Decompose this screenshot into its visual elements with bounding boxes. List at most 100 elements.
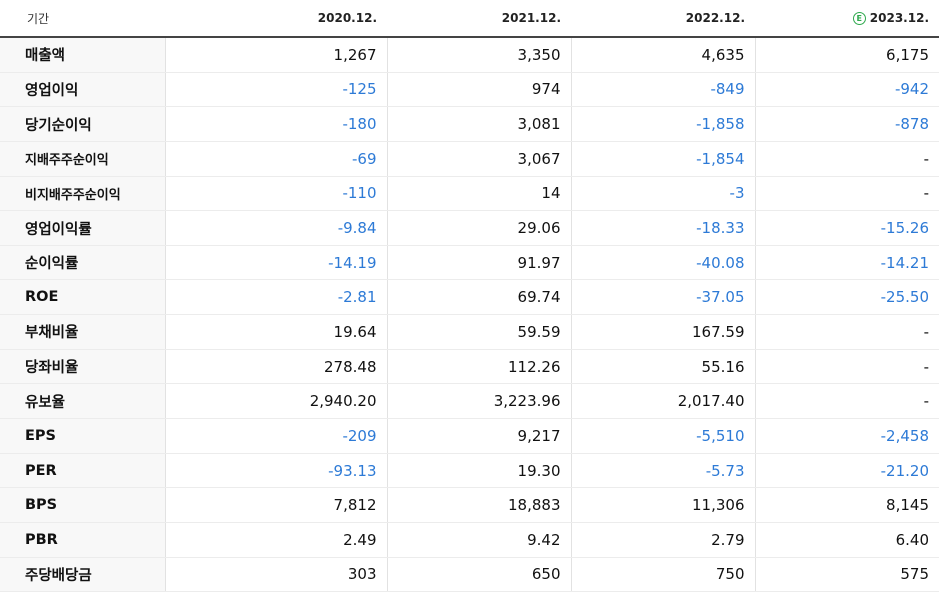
table-cell: -14.19 [164,245,387,281]
table-cell: -21.20 [754,453,939,489]
period-header-label: 기간 [0,0,165,38]
table-cell: -93.13 [164,453,387,489]
financial-summary-table: 기간 2020.12. 2021.12. 2022.12. E 2023.12. … [0,0,939,592]
row-label: 지배주주순이익 [0,141,165,177]
table-cell: 29.06 [386,210,571,246]
estimate-icon: E [852,12,866,25]
period-2021: 2021.12. [387,0,571,38]
table-row: 순이익률 -14.19 91.97 -40.08 -14.21 [0,245,939,281]
table-cell: -849 [570,72,755,108]
table-cell: -37.05 [570,279,755,316]
table-row: ROE -2.81 69.74 -37.05 -25.50 [0,279,939,316]
table-row: 유보율 2,940.20 3,223.96 2,017.40- [0,383,939,420]
table-cell: -180 [164,106,387,142]
table-cell: 974 [386,72,571,108]
table-cell: 2,940.20 [164,383,387,420]
table-cell: 575 [754,556,939,592]
table-cell: 3,350 [386,37,571,73]
table-cell: 3,081 [386,106,571,142]
table-row: 영업이익 -125 974 -849 -942 [0,72,939,108]
table-cell: 3,223.96 [386,383,571,420]
table-row: 주당배당금 303 650 750 575 [0,556,939,592]
table-row: PBR 2.49 9.42 2.79 6.40 [0,522,939,558]
table-cell: - [754,141,939,177]
period-2023-label: 2023.12. [869,11,929,25]
table-cell: 2,017.40 [570,383,755,420]
table-cell: -25.50 [754,279,939,316]
table-cell: 19.64 [164,314,387,350]
table-cell: -3 [570,176,755,212]
table-body: 매출액 1,267 3,350 4,635 6,175 영업이익 -125 974 -849 -9… [0,37,939,592]
row-label: PER [0,453,165,489]
row-label: ROE [0,279,165,316]
table-row: BPS 7,812 18,883 11,306 8,145 [0,487,939,523]
table-cell: - [754,383,939,420]
table-cell: 112.26 [386,349,571,385]
table-cell: 69.74 [386,279,571,316]
table-cell: 1,267 [164,37,387,73]
table-cell: -5,510 [570,418,755,454]
row-label: EPS [0,418,165,454]
table-cell: 9,217 [386,418,571,454]
table-cell: 2.49 [164,522,387,558]
table-row: 당기순이익 -180 3,081 -1,858 -878 [0,106,939,142]
table-cell: - [754,349,939,385]
row-label: 당기순이익 [0,106,165,142]
table-cell: 4,635 [570,37,755,73]
table-cell: 2.79 [570,522,755,558]
row-label: 영업이익률 [0,210,165,246]
table-cell: 18,883 [386,487,571,523]
table-row: 당좌비율 278.48 112.26 55.16- [0,349,939,385]
table-row: PER -93.13 19.30 -5.73 -21.20 [0,453,939,489]
table-row: 매출액 1,267 3,350 4,635 6,175 [0,37,939,73]
table-cell: 59.59 [386,314,571,350]
table-cell: -18.33 [570,210,755,246]
table-cell: 650 [386,556,571,592]
table-cell: -9.84 [164,210,387,246]
row-label: 영업이익 [0,72,165,108]
table-cell: -110 [164,176,387,212]
period-2023-estimate: E 2023.12. [755,0,939,38]
table-cell: 278.48 [164,349,387,385]
table-cell: -209 [164,418,387,454]
header-row: 기간 2020.12. 2021.12. 2022.12. E 2023.12. [0,0,939,38]
table-cell: 91.97 [386,245,571,281]
table-cell: -1,854 [570,141,755,177]
period-2022: 2022.12. [571,0,755,38]
table-cell: -2.81 [164,279,387,316]
row-label: PBR [0,522,165,558]
row-label: 부채비율 [0,314,165,350]
table-row: EPS -209 9,217 -5,510 -2,458 [0,418,939,454]
table-cell: -14.21 [754,245,939,281]
table-cell: 19.30 [386,453,571,489]
row-label: 비지배주주순이익 [0,176,165,212]
table-cell: -2,458 [754,418,939,454]
row-label: 순이익률 [0,245,165,281]
row-label: 주당배당금 [0,556,165,592]
table-cell: -40.08 [570,245,755,281]
table-row: 영업이익률 -9.84 29.06 -18.33 -15.26 [0,210,939,246]
row-label: 유보율 [0,383,165,420]
period-2020: 2020.12. [165,0,387,38]
table-cell: -1,858 [570,106,755,142]
table-cell: 6,175 [754,37,939,73]
table-cell: 6.40 [754,522,939,558]
table-row: 비지배주주순이익 -110 14 -3- [0,176,939,212]
table-cell: 14 [386,176,571,212]
table-cell: -942 [754,72,939,108]
table-cell: -69 [164,141,387,177]
table-cell: - [754,314,939,350]
table-cell: 9.42 [386,522,571,558]
row-label: 매출액 [0,37,165,73]
table-cell: 167.59 [570,314,755,350]
table-cell: -5.73 [570,453,755,489]
row-label: BPS [0,487,165,523]
table-cell: 3,067 [386,141,571,177]
table-row: 부채비율 19.64 59.59 167.59- [0,314,939,350]
table-cell: 11,306 [570,487,755,523]
table-cell: - [754,176,939,212]
table-cell: -125 [164,72,387,108]
table-row: 지배주주순이익 -69 3,067 -1,854- [0,141,939,177]
table-cell: 8,145 [754,487,939,523]
table-cell: 55.16 [570,349,755,385]
